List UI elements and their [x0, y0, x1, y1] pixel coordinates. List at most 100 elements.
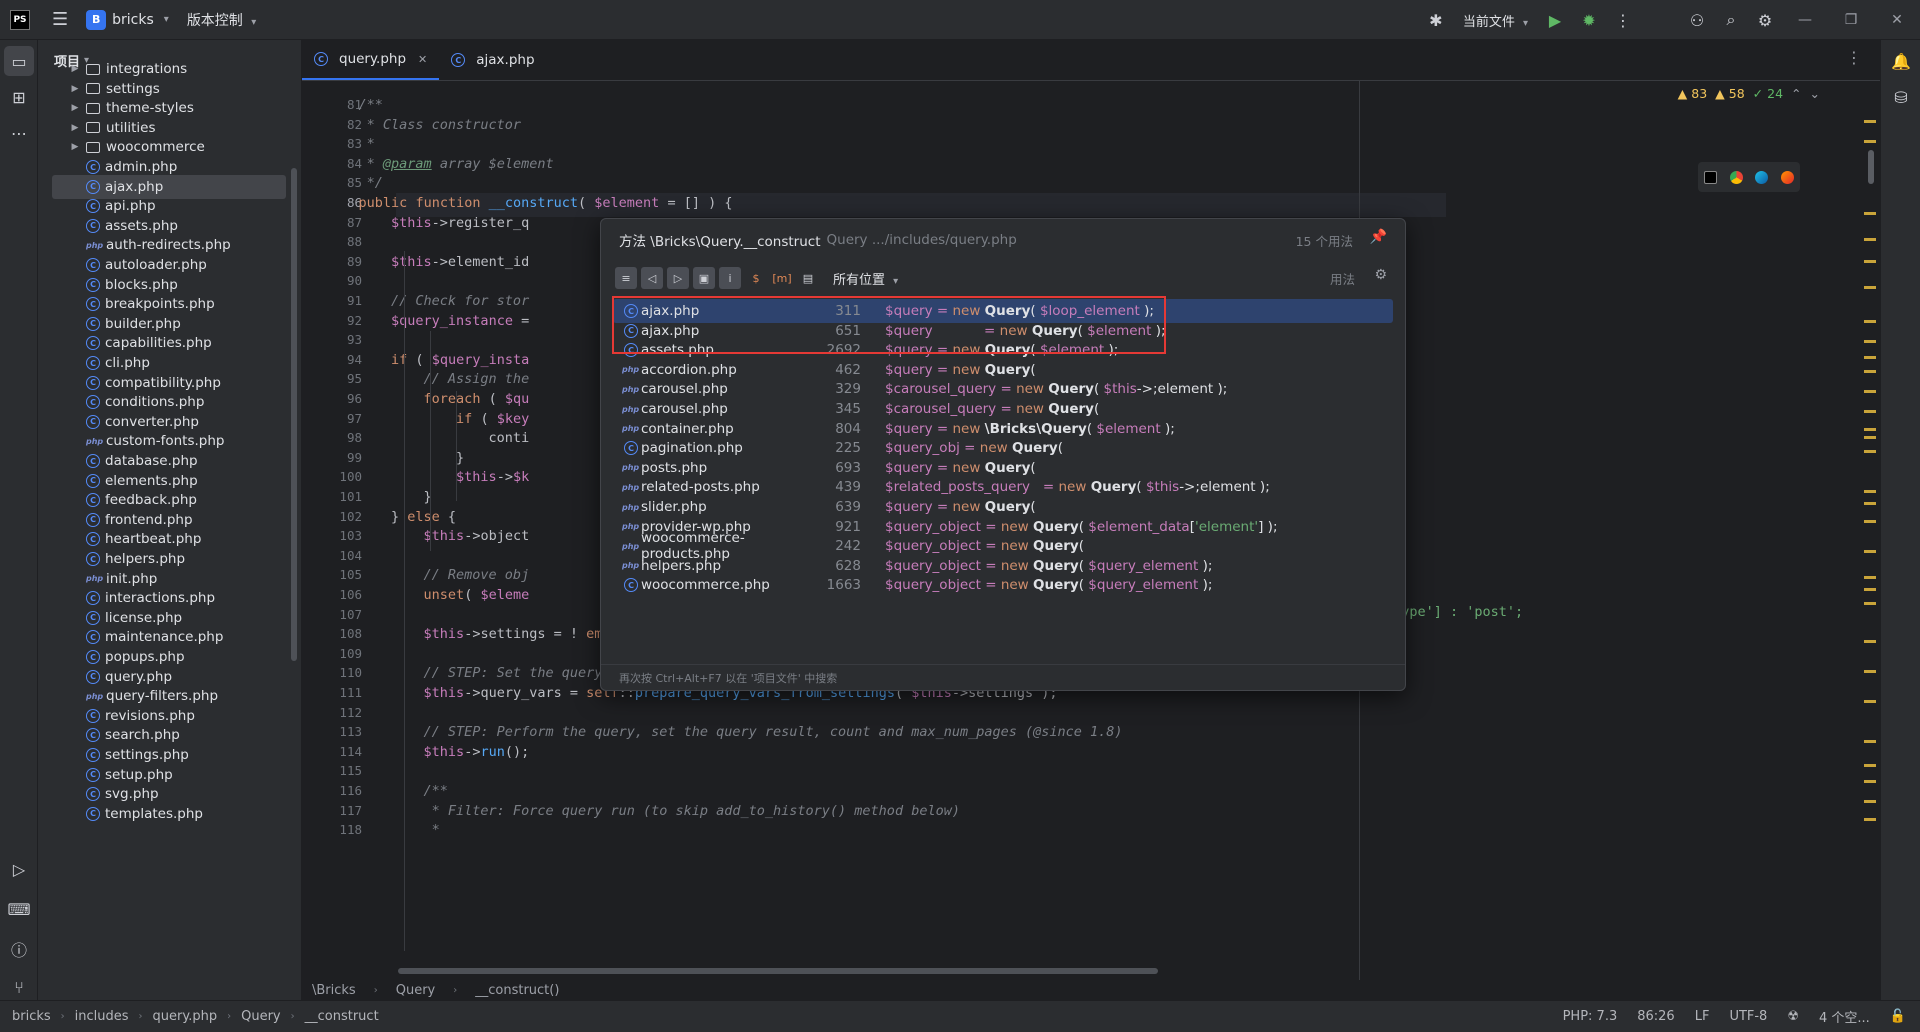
status-crumb[interactable]: query.php: [153, 1009, 218, 1024]
problems-icon[interactable]: ⓘ: [4, 934, 34, 964]
error-stripe[interactable]: [1860, 100, 1880, 980]
add-user-icon[interactable]: ⚇: [1680, 0, 1714, 40]
breadcrumb-method[interactable]: __construct(): [475, 983, 559, 998]
warning-marker[interactable]: [1864, 370, 1876, 373]
warning-marker[interactable]: [1864, 286, 1876, 289]
vcs-menu[interactable]: 版本控制 ▾: [187, 10, 256, 30]
status-crumb[interactable]: Query: [241, 1009, 281, 1024]
status-crumb[interactable]: includes: [75, 1009, 129, 1024]
info-icon[interactable]: i: [719, 267, 741, 289]
project-folder-icon[interactable]: ▭: [4, 46, 34, 76]
warning-marker[interactable]: [1864, 260, 1876, 263]
warning-marker[interactable]: [1864, 140, 1876, 143]
pin-icon[interactable]: 📌: [1370, 229, 1387, 245]
merge-lines-icon[interactable]: ≡: [615, 267, 637, 289]
popup-settings-icon[interactable]: ⚙: [1374, 267, 1387, 283]
result-code-snippet: $query = new Query(: [885, 459, 1036, 476]
php-version[interactable]: PHP: 7.3: [1563, 1009, 1618, 1024]
dollar-filter-icon[interactable]: $: [745, 267, 767, 289]
warning-marker[interactable]: [1864, 238, 1876, 241]
warning-marker[interactable]: [1864, 450, 1876, 453]
warning-marker[interactable]: [1864, 390, 1876, 393]
indent-setting[interactable]: 4 个空...: [1819, 1007, 1870, 1026]
tab-ajax-php[interactable]: C ajax.php: [439, 40, 546, 80]
main-menu-icon[interactable]: ☰: [52, 9, 68, 30]
warning-marker[interactable]: [1864, 520, 1876, 523]
search-icon[interactable]: ⌕: [1714, 0, 1748, 40]
project-scrollbar[interactable]: [291, 168, 297, 661]
line-separator[interactable]: LF: [1695, 1009, 1710, 1024]
write-access-icon[interactable]: ▷: [667, 267, 689, 289]
tab-query-php[interactable]: C query.php ✕: [302, 40, 440, 80]
warning-marker[interactable]: [1864, 490, 1876, 493]
structure-icon[interactable]: ⊞: [4, 82, 34, 112]
run-icon[interactable]: ▶: [1538, 0, 1572, 40]
warning-marker[interactable]: [1864, 576, 1876, 579]
chrome-icon[interactable]: [1729, 170, 1743, 184]
warning-marker[interactable]: [1864, 780, 1876, 783]
warning-marker[interactable]: [1864, 410, 1876, 413]
warning-marker[interactable]: [1864, 602, 1876, 605]
warning-marker[interactable]: [1864, 764, 1876, 767]
close-tab-icon[interactable]: ✕: [418, 53, 427, 66]
editor-horizontal-scrollbar[interactable]: [398, 968, 1158, 974]
warning-marker[interactable]: [1864, 700, 1876, 703]
debug-icon[interactable]: ✹: [1572, 0, 1606, 40]
warning-marker[interactable]: [1864, 428, 1876, 431]
caret-position[interactable]: 86:26: [1637, 1009, 1674, 1024]
next-highlight-icon[interactable]: ⌄: [1810, 86, 1820, 101]
warning-marker[interactable]: [1864, 340, 1876, 343]
warning-marker[interactable]: [1864, 550, 1876, 553]
prev-highlight-icon[interactable]: ⌃: [1791, 86, 1801, 101]
debug-bug-icon[interactable]: ✱: [1419, 0, 1453, 40]
status-crumb[interactable]: __construct: [305, 1009, 379, 1024]
git-icon[interactable]: ⑂: [4, 972, 34, 1002]
warning-marker[interactable]: [1864, 740, 1876, 743]
usage-result-row[interactable]: Cwoocommerce.php 1663 $query_object = new …: [613, 573, 1393, 597]
preview-icon[interactable]: ▤: [797, 267, 819, 289]
tabs-more-icon[interactable]: ⋮: [1846, 48, 1862, 67]
inspection-widget[interactable]: ▲ 83 ▲ 58 ✓ 24 ⌃ ⌄: [1678, 86, 1820, 101]
warning-marker[interactable]: [1864, 356, 1876, 359]
read-only-lock-icon[interactable]: 🔓: [1890, 1009, 1906, 1024]
notifications-icon[interactable]: 🔔: [1886, 46, 1916, 76]
terminal-icon[interactable]: ⌨: [4, 894, 34, 924]
warning-marker[interactable]: [1864, 588, 1876, 591]
editor-vertical-scrollbar[interactable]: [1868, 150, 1874, 184]
minimize-button[interactable]: —: [1782, 12, 1828, 28]
project-switcher[interactable]: B bricks ▾: [86, 9, 169, 30]
services-icon[interactable]: ▷: [4, 854, 34, 884]
close-button[interactable]: ✕: [1874, 12, 1920, 28]
warning-marker[interactable]: [1864, 120, 1876, 123]
restore-button[interactable]: ❐: [1828, 12, 1874, 28]
warning-marker[interactable]: [1864, 818, 1876, 821]
more-vertical-icon[interactable]: ⋮: [1606, 0, 1640, 40]
tree-item[interactable]: Ctemplates.php: [52, 802, 286, 826]
file-encoding[interactable]: UTF-8: [1729, 1009, 1767, 1024]
warning-marker[interactable]: [1864, 640, 1876, 643]
warning-marker[interactable]: [1864, 436, 1876, 439]
tree-item-label: svg.php: [105, 786, 159, 803]
inspection-status-icon[interactable]: ☢: [1787, 1009, 1799, 1024]
phpstorm-browser-icon[interactable]: [1704, 170, 1718, 184]
run-config-selector[interactable]: 当前文件 ▾: [1453, 11, 1538, 30]
edge-icon[interactable]: [1755, 170, 1769, 184]
firefox-icon[interactable]: [1780, 170, 1794, 184]
php-file-icon: php: [622, 404, 640, 414]
warning-marker[interactable]: [1864, 670, 1876, 673]
database-icon[interactable]: ⛁: [1886, 82, 1916, 112]
warning-marker[interactable]: [1864, 212, 1876, 215]
warning-marker[interactable]: [1864, 502, 1876, 505]
settings-gear-icon[interactable]: ⚙: [1748, 0, 1782, 40]
result-code-snippet: $carousel_query = new Query( $this->;ele…: [885, 381, 1228, 398]
breadcrumb-class[interactable]: Query: [396, 983, 436, 998]
warning-marker[interactable]: [1864, 320, 1876, 323]
warning-marker[interactable]: [1864, 800, 1876, 803]
read-access-icon[interactable]: ◁: [641, 267, 663, 289]
group-by-file-icon[interactable]: ▣: [693, 267, 715, 289]
status-crumb[interactable]: bricks: [12, 1009, 51, 1024]
scope-selector[interactable]: 所有位置 ▾: [833, 269, 898, 288]
method-filter-icon[interactable]: [m]: [771, 267, 793, 289]
breadcrumb-namespace[interactable]: \Bricks: [312, 983, 356, 998]
more-horizontal-icon[interactable]: ⋯: [4, 118, 34, 148]
